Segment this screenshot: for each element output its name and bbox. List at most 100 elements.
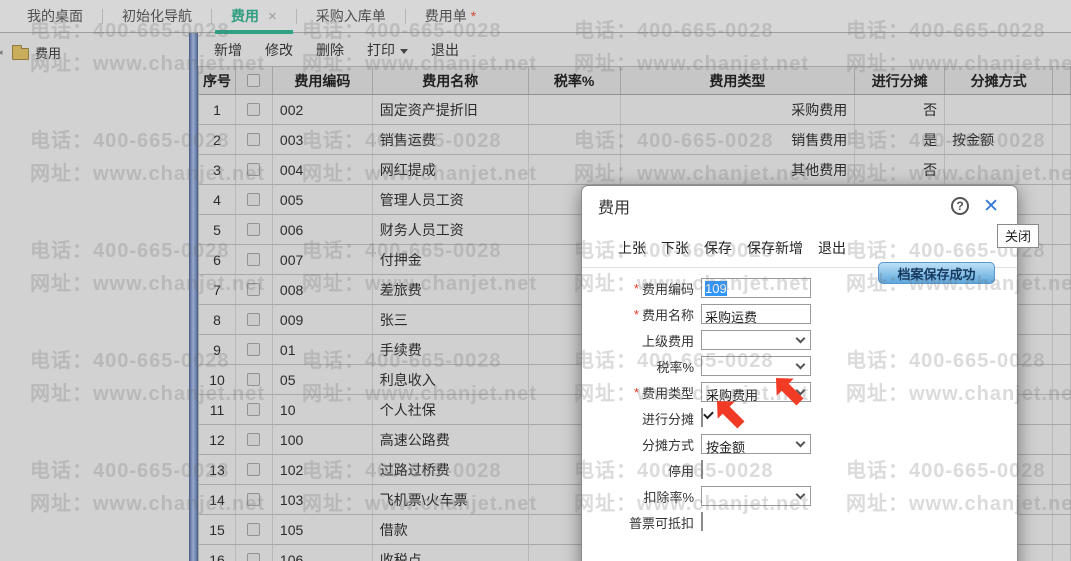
column-header-pad[interactable] bbox=[1053, 67, 1071, 94]
column-header-type[interactable]: 费用类型 bbox=[621, 67, 856, 94]
cell-code: 102 bbox=[273, 455, 373, 484]
exit-button[interactable]: 退出 bbox=[431, 40, 459, 60]
column-header-method[interactable]: 分摊方式 bbox=[945, 67, 1054, 94]
column-header-share[interactable]: 进行分摊 bbox=[855, 67, 946, 94]
field-label: * 费用编码 bbox=[582, 279, 694, 298]
table-row[interactable]: 1 002 固定资产提折旧 采购费用否 bbox=[199, 95, 1071, 125]
select-all-checkbox[interactable] bbox=[247, 74, 261, 87]
row-checkbox[interactable] bbox=[247, 253, 261, 266]
fee-name-field[interactable]: 采购运费 bbox=[701, 304, 811, 324]
save-button[interactable]: 保存 bbox=[704, 238, 732, 258]
print-button[interactable]: 打印 bbox=[367, 40, 408, 60]
toolbar-label: 退出 bbox=[431, 42, 459, 58]
cell-pad bbox=[1053, 515, 1071, 544]
dialog-title: 费用 bbox=[598, 200, 631, 217]
delete-button[interactable]: 删除 bbox=[316, 40, 344, 60]
cell-pad bbox=[1053, 395, 1071, 424]
form-row: 进行分摊 bbox=[582, 405, 1017, 431]
close-icon[interactable]: ✕ bbox=[983, 197, 999, 216]
row-checkbox[interactable] bbox=[247, 163, 261, 176]
cell-name: 张三 bbox=[373, 305, 529, 334]
parent-fee-select[interactable] bbox=[701, 330, 811, 350]
sidebar-item-fee[interactable]: ◂ 费用 bbox=[0, 34, 190, 62]
cell-code: 103 bbox=[273, 485, 373, 514]
fee-code-field[interactable]: 109 bbox=[701, 278, 811, 298]
row-checkbox[interactable] bbox=[247, 403, 261, 416]
cell-chk bbox=[236, 185, 273, 214]
column-header-no[interactable]: 序号 bbox=[199, 67, 236, 94]
prev-record-button[interactable]: 上张 bbox=[618, 238, 646, 258]
cell-no: 14 bbox=[199, 485, 236, 514]
disabled-checkbox[interactable] bbox=[701, 460, 703, 479]
row-checkbox[interactable] bbox=[247, 463, 261, 476]
field-control bbox=[701, 330, 811, 350]
table-row[interactable]: 2 003 销售运费 销售费用是按金额 bbox=[199, 125, 1071, 155]
add-button[interactable]: 新增 bbox=[214, 40, 242, 60]
cell-code: 01 bbox=[273, 335, 373, 364]
cell-pad bbox=[1053, 425, 1071, 454]
cell-chk bbox=[236, 545, 273, 561]
cell-chk bbox=[236, 335, 273, 364]
tab-close-icon[interactable]: × bbox=[268, 8, 277, 25]
tax-rate-select[interactable] bbox=[701, 356, 811, 376]
cell-method: 按金额 bbox=[945, 125, 1054, 154]
column-header-name[interactable]: 费用名称 bbox=[373, 67, 529, 94]
cell-type: 其他费用 bbox=[621, 155, 856, 184]
row-checkbox[interactable] bbox=[247, 343, 261, 356]
tab-purchase-inbound[interactable]: 采购入库单 bbox=[297, 0, 405, 33]
exit-dialog-button[interactable]: 退出 bbox=[818, 238, 846, 258]
next-record-button[interactable]: 下张 bbox=[661, 238, 689, 258]
cell-name: 管理人员工资 bbox=[373, 185, 529, 214]
deduction-rate-select[interactable] bbox=[701, 486, 811, 506]
cell-code: 006 bbox=[273, 215, 373, 244]
row-checkbox[interactable] bbox=[247, 313, 261, 326]
row-checkbox[interactable] bbox=[247, 133, 261, 146]
field-control: 采购运费 bbox=[701, 304, 811, 324]
tab-label: 费用 bbox=[231, 8, 259, 24]
ordinary-invoice-deductible-checkbox[interactable] bbox=[701, 512, 703, 531]
tab-my-desktop[interactable]: 我的桌面 bbox=[8, 0, 102, 33]
cell-name: 差旅费 bbox=[373, 275, 529, 304]
cell-code: 10 bbox=[273, 395, 373, 424]
row-checkbox[interactable] bbox=[247, 223, 261, 236]
tab-label: 初始化导航 bbox=[122, 8, 192, 24]
cell-code: 004 bbox=[273, 155, 373, 184]
row-checkbox[interactable] bbox=[247, 553, 261, 561]
row-checkbox[interactable] bbox=[247, 283, 261, 296]
column-header-tax[interactable]: 税率% bbox=[529, 67, 621, 94]
dialog-title-bar: 费用 ? ✕ bbox=[582, 186, 1017, 226]
tab-bar: 我的桌面 初始化导航 费用 × 采购入库单 费用单 * bbox=[0, 0, 1071, 34]
cell-name: 固定资产提折旧 bbox=[373, 95, 529, 124]
column-header-code[interactable]: 费用编码 bbox=[273, 67, 373, 94]
allocate-method-select[interactable]: 按金额 bbox=[701, 434, 811, 455]
tab-fee[interactable]: 费用 × bbox=[212, 0, 296, 34]
sidebar-item-label: 费用 bbox=[35, 46, 62, 61]
cell-pad bbox=[1053, 545, 1071, 561]
save-new-button[interactable]: 保存新增 bbox=[747, 238, 803, 258]
cell-pad bbox=[1053, 305, 1071, 334]
tab-fee-doc[interactable]: 费用单 * bbox=[406, 0, 495, 33]
cell-pad bbox=[1053, 485, 1071, 514]
cell-no: 3 bbox=[199, 155, 236, 184]
cell-share: 否 bbox=[855, 155, 946, 184]
row-checkbox[interactable] bbox=[247, 433, 261, 446]
cell-name: 高速公路费 bbox=[373, 425, 529, 454]
row-checkbox[interactable] bbox=[247, 493, 261, 506]
sidebar-splitter[interactable] bbox=[189, 33, 198, 561]
allocate-checkbox[interactable] bbox=[701, 408, 703, 427]
cell-pad bbox=[1053, 335, 1071, 364]
cell-no: 6 bbox=[199, 245, 236, 274]
row-checkbox[interactable] bbox=[247, 523, 261, 536]
tab-init-nav[interactable]: 初始化导航 bbox=[103, 0, 211, 33]
table-row[interactable]: 3 004 网红提成 其他费用否 bbox=[199, 155, 1071, 185]
row-checkbox[interactable] bbox=[247, 193, 261, 206]
tab-label: 采购入库单 bbox=[315, 8, 386, 24]
tree-expander-icon[interactable]: ◂ bbox=[0, 47, 6, 58]
edit-button[interactable]: 修改 bbox=[265, 40, 293, 60]
help-icon[interactable]: ? bbox=[951, 197, 970, 215]
row-checkbox[interactable] bbox=[247, 103, 261, 116]
column-header-chk[interactable] bbox=[236, 67, 273, 94]
cell-no: 16 bbox=[199, 545, 236, 561]
row-checkbox[interactable] bbox=[247, 373, 261, 386]
cell-name: 手续费 bbox=[373, 335, 529, 364]
